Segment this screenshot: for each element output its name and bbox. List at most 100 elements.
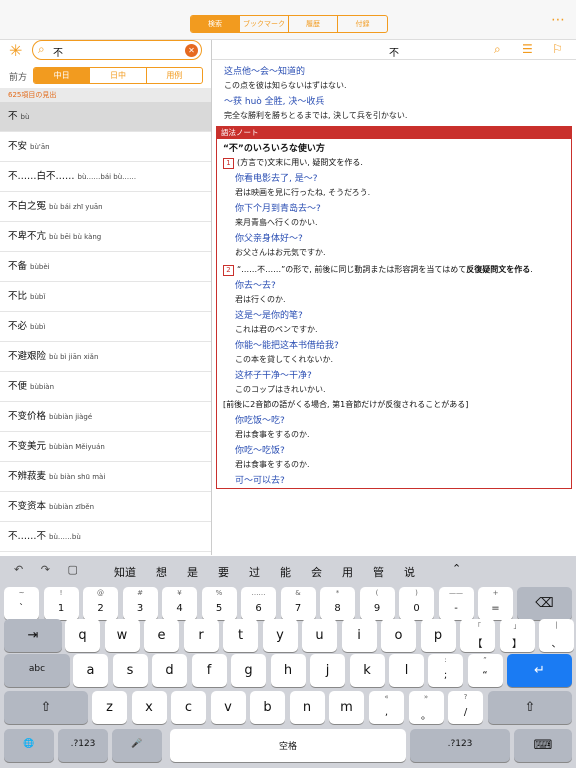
key-a[interactable]: a (73, 654, 108, 687)
key-r[interactable]: r (183, 619, 219, 652)
more-icon[interactable]: ⋯ (551, 12, 566, 28)
key-e[interactable]: e (144, 619, 179, 652)
list-item[interactable]: 不必 bùbì (0, 312, 211, 342)
list-item[interactable]: 不辨菽麦 bù biàn shū mài (0, 462, 211, 492)
key-c[interactable]: c (171, 691, 206, 724)
list-icon[interactable]: ☰ (522, 42, 533, 56)
key-b[interactable]: b (250, 691, 285, 724)
tab-appendix[interactable]: 付録 (338, 16, 387, 32)
key-y[interactable]: y (262, 619, 298, 652)
tab-history[interactable]: 履歴 (289, 16, 338, 32)
key-f[interactable]: f (191, 654, 227, 687)
redo-icon[interactable]: ↷ (41, 563, 50, 576)
direction-label[interactable]: 前方 (9, 70, 27, 83)
mode-ja-zh[interactable]: 日中 (90, 68, 147, 83)
shift-key-right[interactable]: ⇧ (488, 691, 572, 724)
search-input[interactable]: ⌕ 不 ✕ (32, 40, 202, 60)
list-item[interactable]: 不便 bùbiàn (0, 372, 211, 402)
suggestion-word[interactable]: 说 (404, 564, 415, 580)
list-item[interactable]: 不比 bùbǐ (0, 282, 211, 312)
tab-bookmark[interactable]: ブックマーク (240, 16, 289, 32)
key-s[interactable]: s (112, 654, 148, 687)
abc-key[interactable]: abc (4, 654, 70, 687)
key-j[interactable]: j (310, 654, 345, 687)
list-item[interactable]: 不变资本 bùbiàn zīběn (0, 492, 211, 522)
key-i[interactable]: i (341, 619, 377, 652)
key-1[interactable]: ! 1 (43, 587, 79, 620)
key-4[interactable]: ¥4 (162, 587, 197, 620)
clipboard-icon[interactable]: ▢ (67, 563, 77, 576)
numbers-key[interactable]: .?123 (58, 729, 108, 762)
key-g[interactable]: g (231, 654, 266, 687)
key-m[interactable]: m (329, 691, 364, 724)
key-q[interactable]: q (65, 619, 100, 652)
suggestion-word[interactable]: 要 (218, 564, 229, 580)
list-item[interactable]: 不卑不亢 bù bēi bù kàng (0, 222, 211, 252)
globe-key[interactable]: 🌐 (4, 729, 54, 762)
list-item[interactable]: 不……不 bù……bù (0, 522, 211, 552)
shift-key-left[interactable]: ⇧ (4, 691, 88, 724)
delete-key[interactable]: ⌫ (517, 587, 572, 620)
list-item[interactable]: 不安 bù'ān (0, 132, 211, 162)
key-bracket[interactable]: 」】 (499, 619, 535, 652)
key-punct[interactable]: »。 (408, 691, 444, 724)
key-p[interactable]: p (420, 619, 456, 652)
key-h[interactable]: h (270, 654, 306, 687)
key-punct[interactable]: ” “ (467, 654, 503, 687)
key-d[interactable]: d (152, 654, 187, 687)
key-o[interactable]: o (381, 619, 416, 652)
key-bracket[interactable]: |、 (539, 619, 574, 652)
key-0[interactable]: ~ ` (4, 587, 39, 620)
key-punct[interactable]: :; (428, 654, 463, 687)
asterisk-icon[interactable]: ✳ (9, 41, 22, 60)
key-u[interactable]: u (302, 619, 337, 652)
list-item[interactable]: 不变价格 bùbiàn jiàgé (0, 402, 211, 432)
bookmark-icon[interactable]: ⚐ (552, 42, 563, 56)
key-x[interactable]: x (131, 691, 167, 724)
key-12[interactable]: + = (478, 587, 513, 620)
list-item[interactable]: 不变美元 bùbiàn Měiyuán (0, 432, 211, 462)
key-k[interactable]: k (349, 654, 385, 687)
list-item[interactable]: 不避艰险 bù bì jiān xiǎn (0, 342, 211, 372)
list-item[interactable]: 不……白不…… bù……bái bù…… (0, 162, 211, 192)
key-l[interactable]: l (389, 654, 424, 687)
suggestion-word[interactable]: 想 (156, 564, 167, 580)
key-9[interactable]: (9 (359, 587, 395, 620)
key-11[interactable]: —— - (438, 587, 474, 620)
key-8[interactable]: * 8 (320, 587, 355, 620)
mode-zh-ja[interactable]: 中日 (34, 68, 91, 83)
clear-icon[interactable]: ✕ (185, 44, 198, 57)
suggestion-word[interactable]: 管 (373, 564, 384, 580)
space-key[interactable]: 空格 (170, 729, 406, 762)
suggestion-word[interactable]: 会 (311, 564, 322, 580)
mode-examples[interactable]: 用例 (147, 68, 202, 83)
key-2[interactable]: @2 (83, 587, 118, 620)
suggestion-word[interactable]: 知道 (114, 564, 136, 580)
key-6[interactable]: …… 6 (241, 587, 276, 620)
key-3[interactable]: #3 (122, 587, 158, 620)
suggestion-word[interactable]: 过 (249, 564, 260, 580)
key-7[interactable]: & 7 (280, 587, 316, 620)
key-punct[interactable]: «, (369, 691, 404, 724)
key-n[interactable]: n (289, 691, 325, 724)
key-z[interactable]: z (92, 691, 127, 724)
chevron-up-icon[interactable]: ⌃ (452, 562, 461, 575)
suggestion-word[interactable]: 用 (342, 564, 353, 580)
key-t[interactable]: t (223, 619, 258, 652)
list-item[interactable]: 不白之冤 bù bái zhī yuān (0, 192, 211, 222)
hide-keyboard-key[interactable]: ⌨ (514, 729, 572, 762)
tab-search[interactable]: 検索 (191, 16, 240, 32)
key-v[interactable]: v (210, 691, 246, 724)
key-w[interactable]: w (104, 619, 140, 652)
mic-key[interactable]: 🎤 (112, 729, 162, 762)
key-10[interactable]: ) 0 (399, 587, 434, 620)
search-icon[interactable]: ⌕ (494, 42, 501, 57)
list-item[interactable]: 不 bù (0, 102, 211, 132)
key-bracket[interactable]: 「【 (460, 619, 495, 652)
suggestion-word[interactable]: 是 (187, 564, 198, 580)
numbers-key-right[interactable]: .?123 (410, 729, 510, 762)
return-key[interactable]: ↵ (507, 654, 572, 687)
suggestion-word[interactable]: 能 (280, 564, 291, 580)
key-punct[interactable]: ? / (448, 691, 483, 724)
undo-icon[interactable]: ↶ (14, 563, 23, 576)
